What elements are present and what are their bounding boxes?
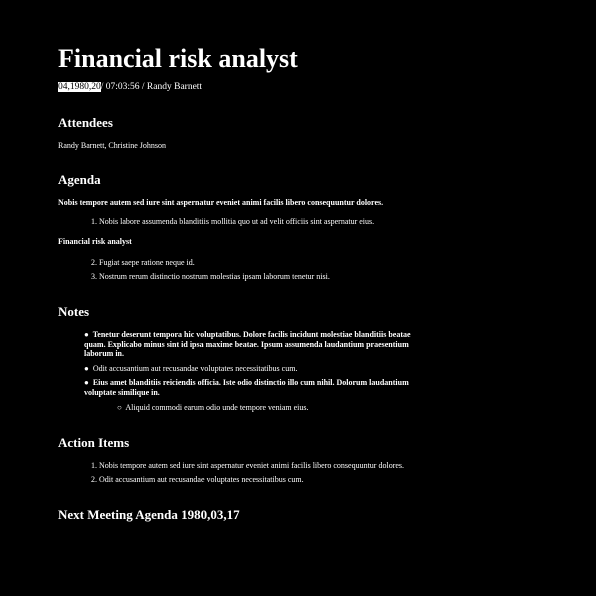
agenda-section: Agenda Nobis tempore autem sed iure sint… xyxy=(58,172,596,282)
agenda-heading: Agenda xyxy=(58,172,101,187)
attendees-names: Randy Barnett, Christine Johnson xyxy=(58,141,166,150)
bullet-icon: ● xyxy=(84,378,89,387)
note-text: Tenetur deserunt tempora hic voluptatibu… xyxy=(84,330,411,358)
circle-bullet-icon: ○ xyxy=(117,403,122,412)
agenda-intro: Nobis tempore autem sed iure sint aspern… xyxy=(58,198,384,207)
document-page: Financial risk analyst 04,1980,20/ 07:03… xyxy=(0,0,596,523)
list-item: 2. Odit accusantium aut recusandae volup… xyxy=(91,474,304,484)
action-items-list: 1. Nobis tempore autem sed iure sint asp… xyxy=(58,461,596,485)
note-text: Eius amet blanditiis reiciendis officia.… xyxy=(84,378,409,397)
list-item: ● Tenetur deserunt tempora hic voluptati… xyxy=(84,330,424,359)
attendees-section: Attendees Randy Barnett, Christine Johns… xyxy=(58,115,596,150)
action-items-section: Action Items 1. Nobis tempore autem sed … xyxy=(58,435,596,485)
list-item: ● Odit accusantium aut recusandae volupt… xyxy=(84,364,424,374)
bullet-icon: ● xyxy=(84,363,89,373)
attendees-heading: Attendees xyxy=(58,115,113,130)
meta-line: 04,1980,20/ 07:03:56 / Randy Barnett xyxy=(58,82,596,92)
meta-time-author: / 07:03:56 / Randy Barnett xyxy=(100,82,203,92)
agenda-list-b: 2. Fugiat saepe ratione neque id. 3. Nos… xyxy=(58,258,596,282)
page-title: Financial risk analyst xyxy=(58,44,298,73)
list-item: 2. Fugiat saepe ratione neque id. xyxy=(91,258,195,267)
bullet-icon: ● xyxy=(84,330,89,339)
note-text: Odit accusantium aut recusandae voluptat… xyxy=(92,363,298,373)
list-item: 1. Nobis labore assumenda blanditiis mol… xyxy=(91,217,375,226)
note-sub-text: Aliquid commodi earum odio unde tempore … xyxy=(125,403,309,412)
agenda-list-a: 1. Nobis labore assumenda blanditiis mol… xyxy=(58,217,596,227)
action-items-heading: Action Items xyxy=(58,434,130,450)
agenda-subheading: Financial risk analyst xyxy=(58,237,132,246)
sub-list-item: ○ Aliquid commodi earum odio unde tempor… xyxy=(84,403,424,413)
notes-list: ● Tenetur deserunt tempora hic voluptati… xyxy=(58,330,424,413)
meeting-date: 04,1980,20 xyxy=(58,82,101,92)
next-meeting-heading: Next Meeting Agenda 1980,03,17 xyxy=(58,506,240,522)
notes-section: Notes ● Tenetur deserunt tempora hic vol… xyxy=(58,304,596,413)
list-item: 1. Nobis tempore autem sed iure sint asp… xyxy=(91,460,405,470)
list-item: ● Eius amet blanditiis reiciendis offici… xyxy=(84,378,424,413)
list-item: 3. Nostrum rerum distinctio nostrum mole… xyxy=(91,272,330,281)
notes-heading: Notes xyxy=(58,304,90,319)
